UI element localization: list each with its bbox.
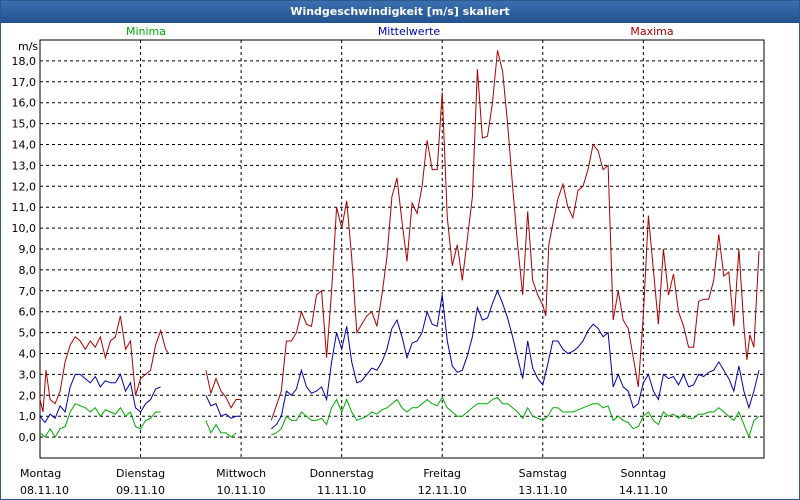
- y-tick-label: 9,0: [19, 243, 37, 256]
- y-tick-label: 12,0: [12, 180, 37, 193]
- x-date-label: 08.11.10: [20, 484, 69, 497]
- x-date-label: 13.11.10: [518, 484, 567, 497]
- y-tick-label: 4,0: [19, 348, 37, 361]
- y-tick-label: 0,0: [19, 431, 37, 444]
- series-line-maxima: [205, 370, 242, 409]
- legend: Minima Mittelwerte Maxima: [126, 25, 674, 38]
- y-tick-label: 13,0: [12, 159, 37, 172]
- y-tick-label: 6,0: [19, 306, 37, 319]
- y-axis-label: m/s: [18, 40, 38, 53]
- x-day-label: Samstag: [519, 467, 567, 480]
- y-tick-label: 2,0: [19, 389, 37, 402]
- series-line-mittelwerte: [205, 395, 242, 419]
- y-tick-label: 7,0: [19, 285, 37, 298]
- x-tick-labels: Montag 08.11.10 Dienstag 09.11.10 Mittwoch 10…: [20, 467, 668, 497]
- y-tick-label: 3,0: [19, 368, 37, 381]
- wind-speed-chart: m/s 0,0 1,0 2,0 3,0 4,0 5,0 6,0 7,0 8,0 9,0 10,0 11…: [12, 25, 765, 497]
- y-tick-label: 14,0: [12, 139, 37, 152]
- x-day-label: Mittwoch: [216, 467, 266, 480]
- y-tick-label: 8,0: [19, 264, 37, 277]
- y-tick-label: 10,0: [12, 222, 37, 235]
- series-line-maxima: [270, 50, 760, 421]
- x-date-label: 09.11.10: [116, 484, 165, 497]
- x-date-label: 10.11.10: [217, 484, 266, 497]
- x-date-label: 12.11.10: [418, 484, 467, 497]
- series-line-minima: [271, 396, 760, 439]
- y-tick-labels: 0,0 1,0 2,0 3,0 4,0 5,0 6,0 7,0 8,0 9,0 10,0 11,0 12…: [12, 55, 37, 444]
- y-tick-label: 11,0: [12, 201, 37, 214]
- y-tick-label: 5,0: [19, 327, 37, 340]
- x-date-label: 11.11.10: [317, 484, 366, 497]
- x-day-label: Dienstag: [116, 467, 165, 480]
- y-tick-label: 16,0: [12, 97, 37, 110]
- legend-entry: Minima: [126, 25, 166, 38]
- x-day-label: Donnerstag: [310, 467, 374, 480]
- y-tick-label: 17,0: [12, 76, 37, 89]
- x-day-label: Montag: [20, 467, 61, 480]
- y-tick-label: 18,0: [12, 55, 37, 68]
- x-day-label: Sonntag: [620, 467, 666, 480]
- series-line-maxima: [39, 315, 170, 413]
- x-day-label: Freitag: [423, 467, 461, 480]
- series-line-mittelwerte: [39, 373, 161, 424]
- series-lines: [39, 50, 760, 439]
- y-tick-label: 15,0: [12, 118, 37, 131]
- legend-entry: Maxima: [630, 25, 673, 38]
- legend-entry: Mittelwerte: [378, 25, 441, 38]
- series-line-minima: [205, 420, 237, 438]
- x-date-label: 14.11.10: [619, 484, 668, 497]
- y-tick-label: 1,0: [19, 410, 37, 423]
